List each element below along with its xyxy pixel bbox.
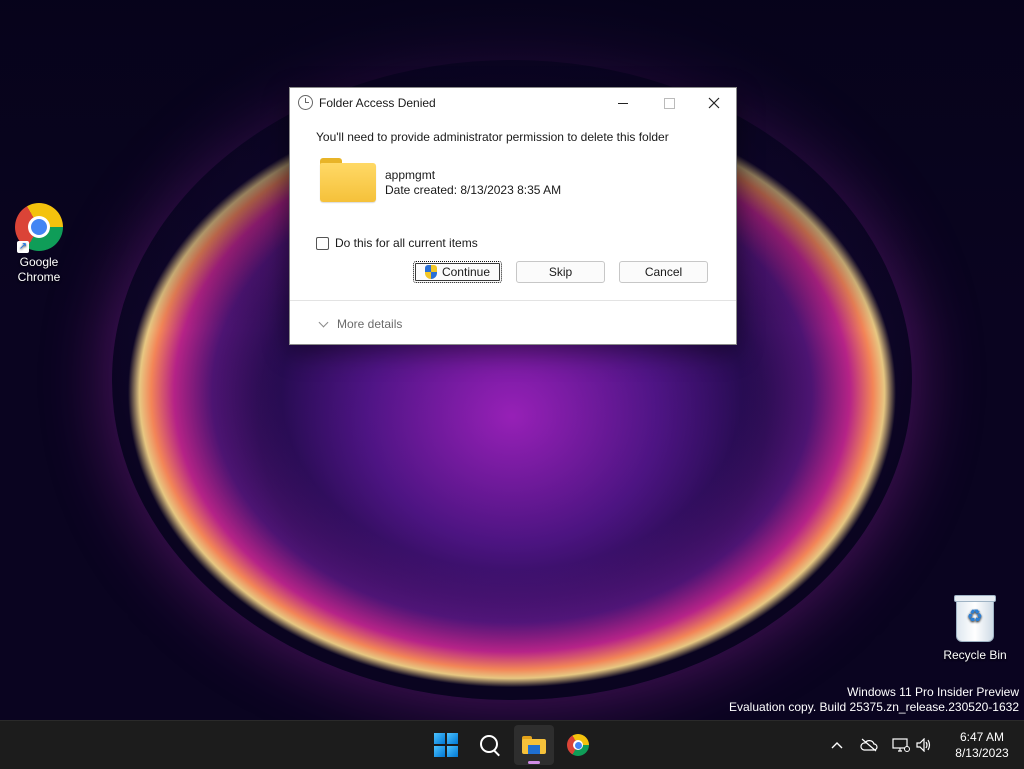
desktop-icon-label: Google [19, 255, 59, 269]
apply-to-all-checkbox-row[interactable]: Do this for all current items [316, 236, 478, 250]
recycle-bin-icon: ♻ [954, 595, 996, 642]
folder-access-denied-dialog: Folder Access Denied You'll need to prov… [289, 87, 737, 345]
minimize-icon [618, 102, 628, 104]
folder-name: appmgmt [385, 168, 436, 182]
continue-button-label: Continue [441, 265, 491, 279]
dialog-divider [290, 300, 736, 301]
onedrive-tray-button[interactable] [856, 721, 882, 769]
skip-button[interactable]: Skip [516, 261, 605, 283]
watermark-line: Windows 11 Pro Insider Preview [847, 685, 1019, 699]
network-icon [892, 738, 910, 752]
windows-logo-icon [434, 733, 458, 757]
watermark-line: Evaluation copy. Build 25375.zn_release.… [729, 700, 1019, 714]
desktop-icon-google-chrome[interactable]: ↗ Google Chrome [4, 203, 74, 285]
file-explorer-button[interactable] [514, 725, 554, 765]
desktop-icon-label: Chrome [17, 270, 61, 284]
apply-to-all-checkbox[interactable] [316, 236, 329, 250]
folder-icon [522, 736, 546, 754]
build-watermark: Windows 11 Pro Insider Preview Evaluatio… [729, 685, 1019, 715]
show-hidden-icons-button[interactable] [826, 721, 848, 769]
clock-time: 6:47 AM [959, 730, 1005, 744]
more-details-toggle[interactable]: More details [318, 317, 403, 331]
start-button[interactable] [426, 725, 466, 765]
cancel-button[interactable]: Cancel [619, 261, 708, 283]
search-icon [479, 734, 498, 753]
chrome-icon [567, 734, 589, 756]
desktop-icon-recycle-bin[interactable]: ♻ Recycle Bin [938, 595, 1012, 663]
continue-button[interactable]: Continue [413, 261, 502, 283]
chrome-icon: ↗ [15, 203, 63, 253]
chevron-up-icon [831, 742, 843, 749]
shortcut-arrow-icon: ↗ [17, 241, 29, 253]
dialog-titlebar[interactable]: Folder Access Denied [290, 88, 736, 118]
dialog-title: Folder Access Denied [319, 96, 436, 110]
cancel-button-label: Cancel [644, 265, 683, 279]
close-button[interactable] [691, 88, 737, 118]
minimize-button[interactable] [600, 88, 646, 118]
more-details-label: More details [337, 317, 403, 331]
folder-icon [320, 158, 376, 202]
chrome-taskbar-button[interactable] [558, 725, 598, 765]
checkbox-label: Do this for all current items [335, 236, 478, 250]
uac-shield-icon [424, 265, 437, 279]
chevron-down-icon [318, 317, 329, 327]
close-icon [708, 97, 720, 109]
maximize-button [646, 88, 692, 118]
folder-date-created: Date created: 8/13/2023 8:35 AM [385, 183, 562, 197]
taskbar: 6:47 AM 8/13/2023 [0, 720, 1024, 769]
volume-icon [916, 738, 931, 752]
network-tray-button[interactable] [888, 721, 914, 769]
cloud-offline-icon [860, 738, 878, 752]
desktop-icon-label: Recycle Bin [943, 648, 1007, 662]
active-app-indicator [528, 761, 540, 764]
system-clock[interactable]: 6:47 AM 8/13/2023 [940, 729, 1024, 761]
dialog-message: You'll need to provide administrator per… [316, 130, 669, 144]
volume-tray-button[interactable] [912, 721, 936, 769]
maximize-icon [663, 97, 675, 109]
clock-icon [298, 95, 313, 110]
skip-button-label: Skip [548, 265, 573, 279]
clock-date: 8/13/2023 [955, 746, 1009, 760]
search-button[interactable] [470, 725, 510, 765]
